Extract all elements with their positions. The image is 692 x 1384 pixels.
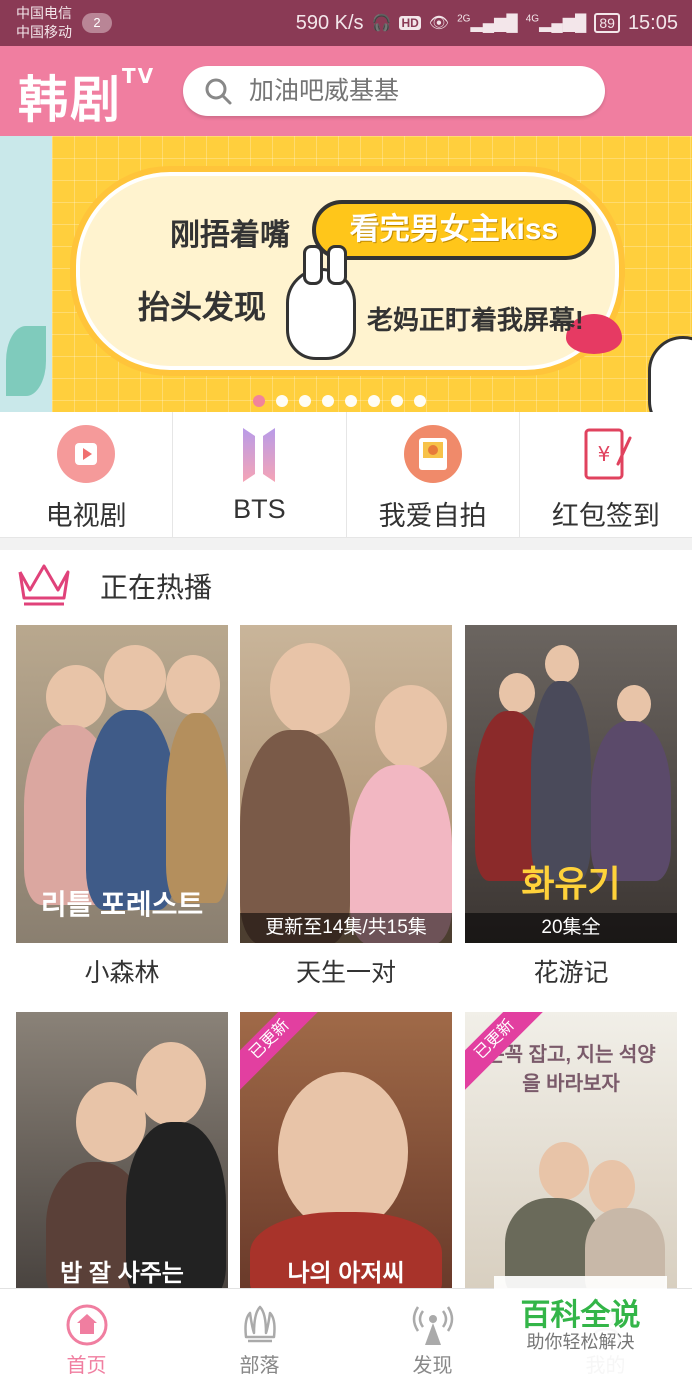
search-bar[interactable] (183, 66, 605, 116)
clock: 15:05 (627, 11, 678, 34)
drama-poster[interactable]: 리틀 포레스트 (16, 625, 228, 943)
section-title: 正在热播 (100, 572, 213, 603)
drama-title[interactable]: 小森林 (16, 953, 228, 989)
drama-poster[interactable]: 손꼭 잡고, 지는 석양을 바라보자 已更新 (465, 1012, 677, 1288)
banner-dot[interactable] (391, 395, 403, 407)
headphones-icon: 🎧 (371, 15, 392, 32)
crown-icon (18, 564, 70, 606)
selfie-icon (403, 425, 462, 483)
red-packet-icon: ¥ (584, 428, 632, 480)
bts-logo-icon (243, 428, 276, 482)
tv-play-icon (57, 425, 116, 483)
discover-icon (412, 1306, 453, 1345)
tribe-icon (243, 1305, 276, 1343)
app-header: 韩剧TV (0, 46, 692, 136)
search-icon (205, 78, 232, 105)
carrier-info: 中国电信 中国移动 (16, 4, 72, 42)
banner-line-1: 刚捂着嘴 (170, 219, 290, 252)
updated-badge: 已更新 (240, 1012, 323, 1093)
banner-dot[interactable] (322, 395, 334, 407)
banner-dot[interactable] (345, 395, 357, 407)
episode-caption: 更新至14集/共15集 (240, 913, 452, 943)
status-bar: 中国电信 中国移动 2 590 K/s 🎧 HD 👁 2G▂▄▆█ 4G▂▄▆█… (0, 0, 692, 46)
banner-prev-slide (0, 136, 52, 412)
drama-poster[interactable]: 更新至14集/共15集 (240, 625, 452, 943)
poster-title-text: 리틀 포레스트 (40, 889, 204, 920)
quick-item-selfie[interactable]: 我爱自拍 (347, 412, 520, 537)
search-input[interactable] (249, 66, 579, 116)
nav-home[interactable]: 首页 (0, 1289, 173, 1384)
quick-label-bts: BTS (233, 494, 286, 524)
drama-title[interactable]: 花游记 (465, 953, 677, 989)
section-divider (0, 538, 692, 550)
sim-badge: 2 (82, 13, 112, 33)
svg-text:¥: ¥ (598, 442, 611, 466)
network-speed: 590 K/s (295, 11, 364, 34)
quick-item-tv[interactable]: 电视剧 (0, 412, 174, 537)
status-indicators: 590 K/s 🎧 HD 👁 2G▂▄▆█ 4G▂▄▆█ 89 15:05 (296, 10, 678, 36)
drama-poster[interactable]: 나의 아저씨 已更新 (240, 1012, 452, 1288)
carrier-2: 中国移动 (16, 24, 72, 40)
banner-dot[interactable] (276, 395, 288, 407)
now-playing-header: 正在热播 (0, 550, 692, 620)
drama-poster[interactable]: 밥 잘 사주는 (16, 1012, 228, 1288)
bunny-sticker (286, 245, 356, 360)
signal-4g-icon: 4G▂▄▆█ (525, 13, 587, 32)
drama-title[interactable]: 天生一对 (240, 953, 452, 989)
banner-dot[interactable] (368, 395, 380, 407)
banner-dot[interactable] (253, 395, 265, 407)
watermark-sub: 助你轻松解决 (526, 1332, 635, 1352)
nav-tribe-label: 部落 (239, 1355, 280, 1377)
poster-title-text: 밥 잘 사주는 (60, 1260, 184, 1287)
poster-title-text: 화유기 (521, 863, 621, 904)
eye-icon: 👁 (428, 15, 450, 32)
banner-dot[interactable] (299, 395, 311, 407)
episode-caption: 20集全 (465, 913, 677, 943)
nav-home-label: 首页 (66, 1355, 107, 1377)
banner-dot[interactable] (414, 395, 426, 407)
quick-label-tv: 电视剧 (45, 501, 127, 531)
drama-poster[interactable]: 화유기 20集全 (465, 625, 677, 943)
banner-line-2: 抬头发现 (138, 289, 267, 325)
home-icon (66, 1304, 107, 1346)
watermark-overlay: 百科全说 助你轻松解决 (494, 1276, 667, 1380)
battery-icon: 89 (594, 13, 620, 33)
signal-icon: 2G▂▄▆█ (457, 13, 518, 32)
quick-label-selfie: 我爱自拍 (378, 501, 487, 531)
banner-highlight: 看完男女主kiss (312, 200, 596, 260)
app-logo[interactable]: 韩剧TV (18, 60, 155, 132)
quick-menu: 电视剧 BTS 我爱自拍 ¥ 红包签到 (0, 412, 692, 538)
banner-pagination (253, 395, 426, 407)
quick-item-bts[interactable]: BTS (173, 412, 347, 537)
carrier-1: 中国电信 (16, 5, 72, 21)
nav-tribe[interactable]: 部落 (173, 1289, 346, 1384)
quick-label-checkin: 红包签到 (551, 501, 660, 531)
hd-badge: HD (399, 16, 421, 30)
banner-line-3: 老妈正盯着我屏幕! (367, 305, 584, 335)
quick-item-checkin[interactable]: ¥ 红包签到 (520, 412, 692, 537)
poster-title-text: 나의 아저씨 (287, 1260, 405, 1287)
